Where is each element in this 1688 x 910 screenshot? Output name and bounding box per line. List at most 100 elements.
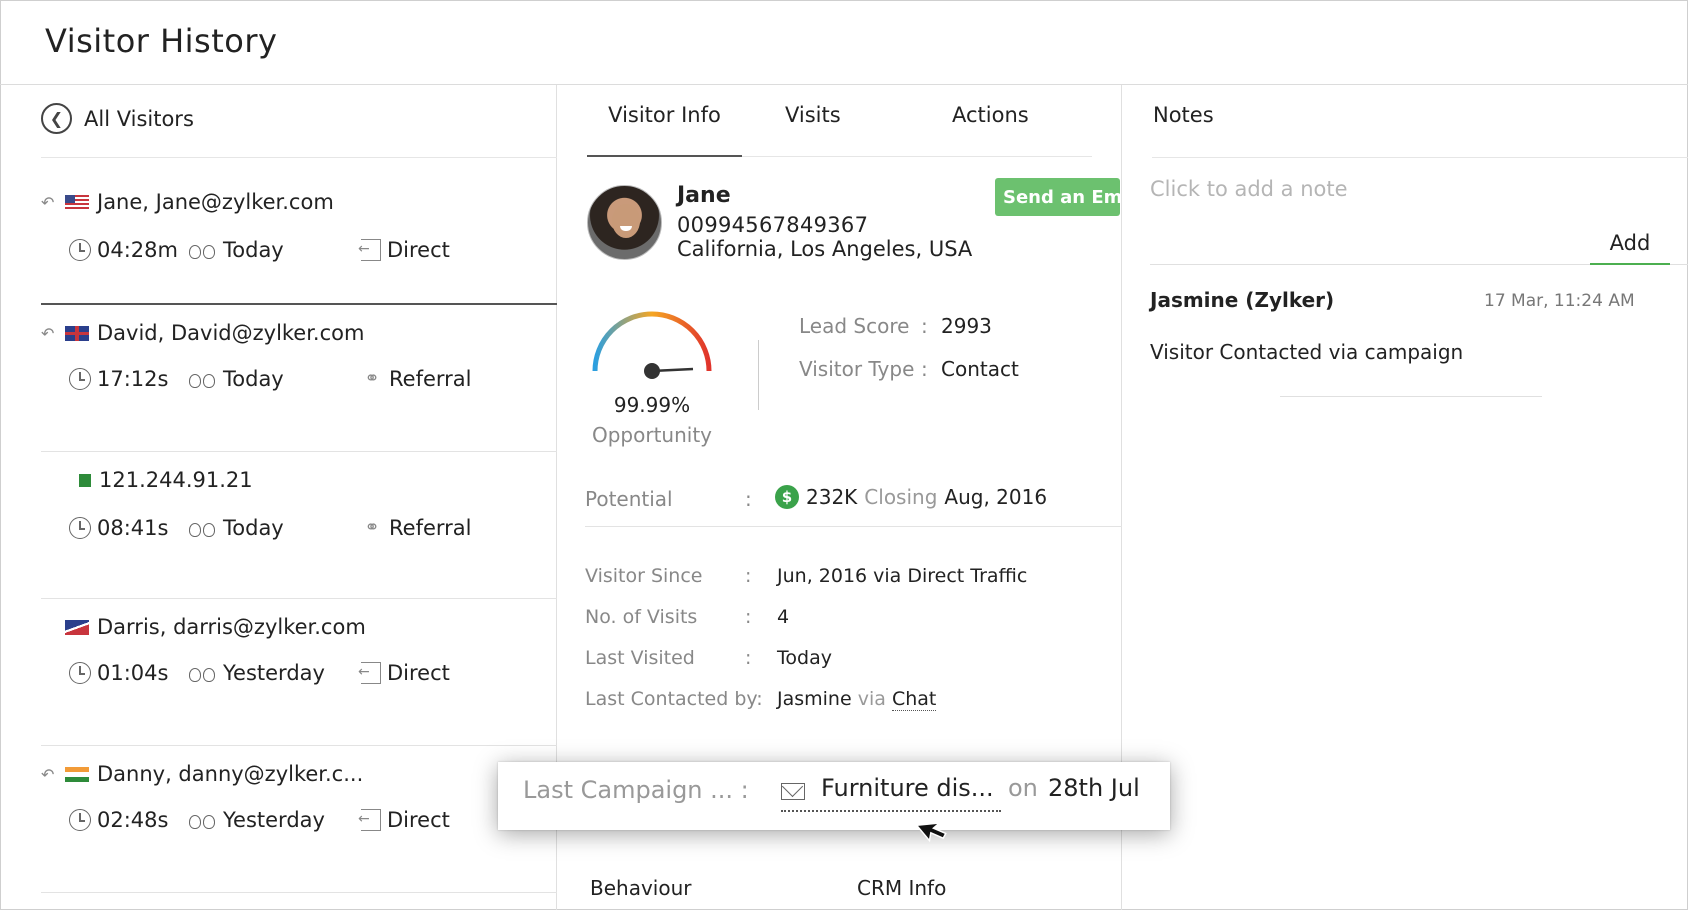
visit-duration: 01:04s: [97, 661, 169, 685]
detail-tabs: Visitor Info Visits Actions: [587, 85, 1092, 157]
divider: [585, 526, 1122, 527]
envelope-icon: [781, 783, 805, 800]
all-visitors-back-link[interactable]: ❮ All Visitors: [41, 103, 194, 134]
potential-amount: 232K: [806, 485, 858, 509]
dollar-icon: $: [775, 485, 799, 509]
send-email-button[interactable]: Send an Email: [995, 178, 1120, 216]
lead-score-label: Lead Score: [799, 314, 910, 338]
pk-flag-icon: [75, 473, 91, 487]
visitor-name: Jane, Jane@zylker.com: [97, 190, 334, 214]
visitor-profile-name: Jane: [677, 183, 731, 208]
clock-icon: [69, 239, 91, 261]
mouse-pointer-icon: [918, 821, 947, 843]
direct-icon: [358, 809, 381, 831]
visit-source: Direct: [387, 238, 450, 262]
visitor-name: Danny, danny@zylker.c...: [97, 762, 364, 786]
visitor-name: 121.244.91.21: [99, 468, 253, 492]
us-flag-icon: [65, 194, 89, 210]
add-note-button[interactable]: Add: [1590, 231, 1670, 265]
opportunity-gauge: [592, 311, 712, 379]
visit-day: Today: [223, 367, 284, 391]
contact-agent: Jasmine: [777, 688, 852, 710]
visitor-name: David, David@zylker.com: [97, 321, 365, 345]
tab-crm-info[interactable]: CRM Info: [857, 876, 946, 900]
visitor-location: California, Los Angeles, USA: [677, 237, 973, 261]
last-campaign-popup: Last Campaign ... : Furniture dis... on …: [498, 762, 1170, 830]
visitor-phone: 00994567849367: [677, 213, 869, 237]
tab-behaviour[interactable]: Behaviour: [590, 876, 691, 900]
direct-icon: [358, 239, 381, 261]
campaign-date: 28th Jul: [1048, 774, 1140, 802]
last-campaign-label: Last Campaign ... :: [523, 776, 749, 804]
chat-link[interactable]: Chat: [891, 688, 937, 711]
visitor-list-panel: ❮ All Visitors ↶ Jane, Jane@zylker.com 0…: [0, 85, 557, 910]
reply-icon: ↶: [41, 192, 55, 212]
visit-day: Yesterday: [223, 661, 325, 685]
avatar: [587, 185, 662, 260]
campaign-link[interactable]: Furniture dis...: [821, 774, 994, 802]
visit-duration: 08:41s: [97, 516, 169, 540]
binoculars-icon: [189, 663, 217, 683]
clock-icon: [69, 662, 91, 684]
uk-flag-icon: [65, 325, 89, 341]
info-row-last-contacted: Last Contacted by: Jasmine via Chat: [585, 688, 937, 711]
visit-day: Yesterday: [223, 808, 325, 832]
visit-day: Today: [223, 516, 284, 540]
notes-title: Notes: [1153, 103, 1214, 127]
all-visitors-label: All Visitors: [84, 106, 194, 131]
visit-day: Today: [223, 238, 284, 262]
visit-source: Direct: [387, 808, 450, 832]
visitor-item[interactable]: ↶ Danny, danny@zylker.c... 02:48s Yester…: [41, 746, 557, 893]
divider: [758, 340, 759, 410]
binoculars-icon: [189, 518, 217, 538]
binoculars-icon: [189, 810, 217, 830]
visitor-item[interactable]: ↶ Jane, Jane@zylker.com 04:28m Today Dir…: [41, 158, 557, 305]
visit-source: Referral: [389, 367, 472, 391]
divider: [1152, 157, 1688, 158]
closing-word: Closing: [864, 485, 938, 509]
binoculars-icon: [189, 369, 217, 389]
clock-icon: [69, 809, 91, 831]
note-text: Visitor Contacted via campaign: [1150, 340, 1464, 364]
opportunity-label: Opportunity: [591, 423, 713, 447]
visit-duration: 04:28m: [97, 238, 178, 262]
visitor-item[interactable]: Darris, darris@zylker.com 01:04s Yesterd…: [41, 599, 557, 746]
clock-icon: [69, 368, 91, 390]
visit-duration: 02:48s: [97, 808, 169, 832]
note-author: Jasmine (Zylker): [1150, 288, 1335, 312]
reply-icon: ↶: [41, 764, 55, 784]
as-flag-icon: [65, 619, 89, 635]
lead-score-value: 2993: [941, 314, 992, 338]
visitor-type-label: Visitor Type: [799, 357, 915, 381]
visitor-item[interactable]: 121.244.91.21 08:41s Today ⚭ Referral: [41, 452, 557, 599]
opportunity-value: 99.99%: [613, 393, 691, 417]
visitor-type-value: Contact: [941, 357, 1019, 381]
page-title: Visitor History: [45, 22, 278, 60]
binoculars-icon: [189, 240, 217, 260]
info-row-visits-count: No. of Visits : 4: [585, 606, 790, 628]
notes-panel: Notes Add Jasmine (Zylker) 17 Mar, 11:24…: [1122, 85, 1688, 910]
potential-label: Potential: [585, 487, 673, 511]
visit-source: Direct: [387, 661, 450, 685]
note-timestamp: 17 Mar, 11:24 AM: [1484, 291, 1635, 311]
reply-icon: ↶: [41, 323, 55, 343]
in-flag-icon: [65, 766, 89, 782]
visitor-profile: Jane 00994567849367 California, Los Ange…: [587, 178, 1120, 275]
share-icon: ⚭: [364, 368, 380, 389]
visitor-name: Darris, darris@zylker.com: [97, 615, 366, 639]
closing-date: Aug, 2016: [944, 485, 1048, 509]
visit-source: Referral: [389, 516, 472, 540]
potential-row: Potential : $ 232K Closing Aug, 2016: [585, 485, 1048, 511]
visit-duration: 17:12s: [97, 367, 169, 391]
clock-icon: [69, 517, 91, 539]
visitor-item[interactable]: ↶ David, David@zylker.com 17:12s Today ⚭…: [41, 305, 557, 452]
share-icon: ⚭: [364, 517, 380, 538]
divider: [1280, 396, 1542, 397]
tab-visits[interactable]: Visits: [785, 103, 841, 157]
page-header: Visitor History: [0, 0, 1688, 85]
info-row-visitor-since: Visitor Since : Jun, 2016 via Direct Tra…: [585, 565, 1028, 587]
tab-actions[interactable]: Actions: [952, 103, 1029, 157]
info-row-last-visited: Last Visited : Today: [585, 647, 832, 669]
note-input[interactable]: [1150, 171, 1650, 207]
tab-visitor-info[interactable]: Visitor Info: [587, 103, 742, 157]
